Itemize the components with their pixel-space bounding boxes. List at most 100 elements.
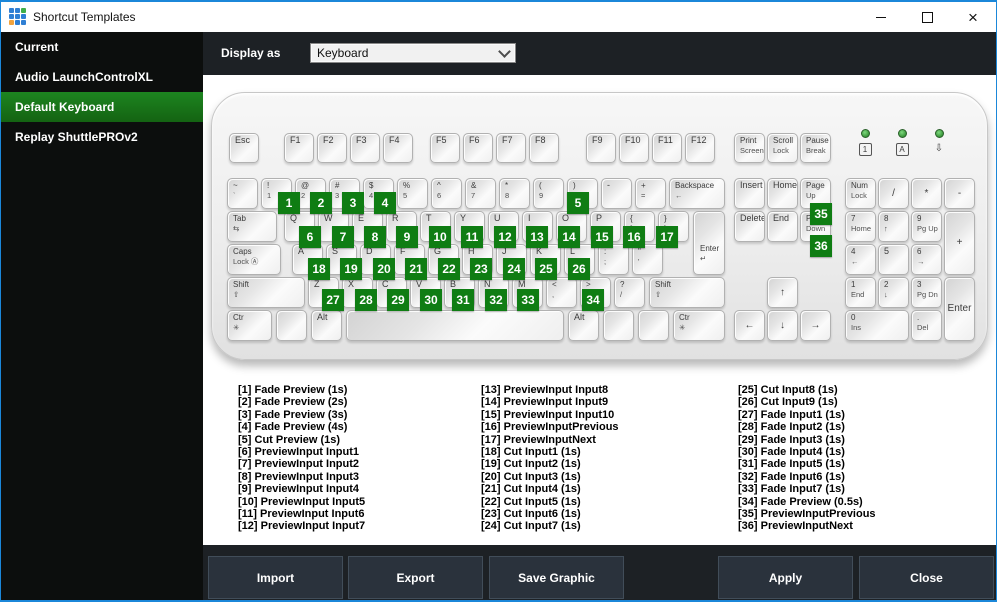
shortcut-badge: 24 (503, 258, 525, 280)
keyboard-key: Alt (311, 310, 342, 341)
shortcut-badge: 29 (387, 289, 409, 311)
shortcut-badge: 28 (355, 289, 377, 311)
legend-item: [29] Fade Input3 (1s) (738, 433, 845, 446)
legend-item: [10] PreviewInput Input5 (238, 495, 366, 508)
legend-item: [17] PreviewInputNext (481, 433, 596, 446)
titlebar: Shortcut Templates × (1, 2, 996, 32)
led-dot (860, 129, 870, 138)
close-button[interactable]: × (950, 2, 996, 32)
legend-column: [1] Fade Preview (1s) [2] Fade Preview (2… (238, 384, 478, 533)
legend-column: [13] PreviewInput Input8 [14] PreviewInpu… (481, 384, 721, 533)
shortcut-badge: 32 (485, 289, 507, 311)
legend-item: [18] Cut Input1 (1s) (481, 446, 581, 459)
keyboard-key: F4 (383, 133, 413, 163)
display-as-value: Keyboard (317, 46, 369, 60)
keyboard-key: Esc (229, 133, 259, 163)
keyboard-key: ↓ (767, 310, 798, 341)
keyboard-key: F8 (529, 133, 559, 163)
keyboard-key: F6 (463, 133, 493, 163)
shortcut-badge: 19 (340, 258, 362, 280)
keyboard-key: Pause Break (800, 133, 831, 163)
shortcut-badge: 34 (582, 289, 604, 311)
window-controls: × (858, 2, 996, 32)
shortcut-badge: 16 (623, 226, 645, 248)
legend-item: [3] Fade Preview (3s) (238, 408, 348, 421)
keyboard-key: Print Screen (734, 133, 765, 163)
maximize-button[interactable] (904, 2, 950, 32)
keyboard-key: 8 ↑ (878, 211, 909, 242)
shortcut-badge: 12 (494, 226, 516, 248)
legend-item: [26] Cut Input9 (1s) (738, 396, 838, 409)
legend-item: [27] Fade Input1 (1s) (738, 408, 845, 421)
keyboard-key: ← (734, 310, 765, 341)
shortcut-badge: 21 (405, 258, 427, 280)
shortcut-badge: 30 (420, 289, 442, 311)
keyboard-key: ~ ` (227, 178, 258, 209)
shortcut-badge: 17 (656, 226, 678, 248)
legend-item: [8] PreviewInput Input3 (238, 470, 360, 483)
keyboard-key: * 8 (499, 178, 530, 209)
keyboard-key: - (944, 178, 975, 209)
shortcut-badge: 22 (438, 258, 460, 280)
close-button[interactable]: Close (859, 556, 994, 599)
keyboard-key: F9 (586, 133, 616, 163)
legend-item: [6] PreviewInput Input1 (238, 446, 360, 459)
apply-button[interactable]: Apply (718, 556, 853, 599)
keyboard-key: % 5 (397, 178, 428, 209)
legend-item: [35] PreviewInputPrevious (738, 508, 876, 521)
keyboard-key: (9 (533, 178, 564, 209)
sidebar-item-default-keyboard[interactable]: Default Keyboard (1, 92, 203, 122)
keyboard-key: 2 ↓ (878, 277, 909, 308)
sidebar-list: Current Audio LaunchControlXL Default Keyb… (1, 32, 203, 152)
shortcut-badge: 27 (322, 289, 344, 311)
keyboard-key: 7 Home (845, 211, 876, 242)
keyboard-key: Backspace ← (669, 178, 725, 209)
shortcut-badge: 15 (591, 226, 613, 248)
sidebar-item-replay-shuttleprov2[interactable]: Replay ShuttlePROv2 (1, 122, 203, 152)
keyboard-key: <, (546, 277, 577, 308)
display-as-select[interactable]: Keyboard (310, 43, 516, 63)
legend-item: [4] Fade Preview (4s) (238, 421, 348, 434)
keyboard-key: End (767, 211, 798, 242)
keyboard-key: F5 (430, 133, 460, 163)
keyboard-key: 6 → (911, 244, 942, 275)
legend-item: [14] PreviewInput Input9 (481, 396, 609, 409)
legend-item: [13] PreviewInput Input8 (481, 384, 609, 396)
keyboard-key: F3 (350, 133, 380, 163)
keyboard-key: . Del (911, 310, 942, 341)
shortcut-badge: 25 (535, 258, 557, 280)
shortcut-badge: 8 (364, 226, 386, 248)
keyboard-key: * (911, 178, 942, 209)
keyboard-key: ^ 6 (431, 178, 462, 209)
legend-item: [9] PreviewInput Input4 (238, 483, 360, 496)
keyboard-key: F10 (619, 133, 649, 163)
legend-item: [2] Fade Preview (2s) (238, 396, 348, 409)
keyboard-key: Ctr ✳ (673, 310, 725, 341)
sidebar-item-current[interactable]: Current (1, 32, 203, 62)
export-button[interactable]: Export (348, 556, 483, 599)
keyboard-key: Shift ⇧ (649, 277, 725, 308)
save-graphic-button[interactable]: Save Graphic (489, 556, 624, 599)
sidebar-item-audio-launchcontrolxl[interactable]: Audio LaunchControlXL (1, 62, 203, 92)
shortcut-badge: 10 (429, 226, 451, 248)
legend-item: [25] Cut Input8 (1s) (738, 384, 838, 396)
minimize-icon (876, 16, 886, 18)
legend-item: [19] Cut Input2 (1s) (481, 458, 581, 471)
keyboard-key: Caps Lock Ⓐ (227, 244, 281, 275)
keyboard-key: F2 (317, 133, 347, 163)
shortcut-badge: 9 (396, 226, 418, 248)
legend-item: [12] PreviewInput Input7 (238, 520, 366, 533)
shortcut-badge: 13 (526, 226, 548, 248)
main-content: Esc F1 F2 F3 F4 F5 F6 F7 F8 F9 F10 F11 F12 Print Scree… (203, 75, 996, 545)
minimize-button[interactable] (858, 2, 904, 32)
led-dot (897, 129, 907, 138)
keyboard-key: & 7 (465, 178, 496, 209)
legend-item: [34] Fade Preview (0.5s) (738, 495, 863, 508)
keyboard-key (346, 310, 564, 341)
led-caps-lock: A (895, 129, 909, 156)
legend-item: [24] Cut Input7 (1s) (481, 520, 581, 533)
keyboard-key: + (944, 211, 975, 275)
legend-item: [11] PreviewInput Input6 (238, 508, 365, 521)
legend-item: [32] Fade Input6 (1s) (738, 470, 845, 483)
import-button[interactable]: Import (208, 556, 343, 599)
